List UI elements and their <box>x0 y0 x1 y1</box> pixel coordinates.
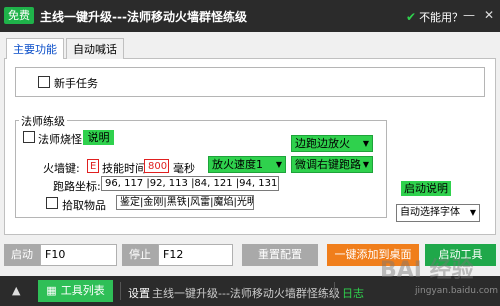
newbie-task-label: 新手任务 <box>54 77 98 90</box>
minimize-icon[interactable]: — <box>462 8 476 22</box>
ms-label: 毫秒 <box>173 162 195 175</box>
tab-auto-shout[interactable]: 自动喊话 <box>66 38 124 59</box>
mage-burn-checkbox[interactable] <box>23 131 35 143</box>
tools-list-button[interactable]: ▦ 工具列表 <box>38 280 113 302</box>
tools-list-label: 工具列表 <box>60 284 105 297</box>
pickup-items-input[interactable]: 鉴定|金刚|黑铁|风雷|魔焰|光明 <box>116 195 254 210</box>
chevron-down-icon: ▼ <box>275 160 282 169</box>
watermark-url: jingyan.baidu.com <box>415 286 499 296</box>
free-badge: 免费 <box>4 7 34 24</box>
mage-group-title: 法师练级 <box>19 113 67 129</box>
reset-config-button[interactable]: 重置配置 <box>242 244 318 266</box>
newbie-task-checkbox[interactable] <box>38 76 50 88</box>
fire-speed-value: 放火速度1 <box>212 158 263 171</box>
firewall-key-input[interactable]: E <box>87 159 99 173</box>
tab-bar: 主要功能 自动喊话 <box>4 37 496 60</box>
settings-link[interactable]: 设置 <box>128 285 150 301</box>
chevron-down-icon: ▼ <box>362 160 369 169</box>
tab-main-functions[interactable]: 主要功能 <box>6 38 64 60</box>
route-input[interactable]: 96, 117 |92, 113 |84, 121 |94, 131 |96, … <box>101 176 279 191</box>
move-fire-value: 边跑边放火 <box>295 137 350 150</box>
auto-explain-button[interactable]: 启动说明 <box>401 181 451 196</box>
stop-button[interactable]: 停止 <box>122 244 158 266</box>
move-fire-select[interactable]: 边跑边放火 ▼ <box>291 135 373 152</box>
watermark-logo: BAI 经验 <box>380 258 474 283</box>
check-icon: ✔ <box>406 10 417 24</box>
start-button[interactable]: 启动 <box>4 244 40 266</box>
skill-time-label: 技能时间 <box>102 162 146 175</box>
right-click-value: 微调右键跑路 <box>295 158 361 171</box>
right-click-select[interactable]: 微调右键跑路 ▼ <box>291 156 373 173</box>
main-panel: 新手任务 法师练级 法师烧怪 说明 边跑边放火 ▼ 火墙键: E 技能时间 80… <box>4 59 496 235</box>
start-hotkey-input[interactable]: F10 <box>40 244 117 266</box>
font-select-value: 自动选择字体 <box>400 207 460 218</box>
window-title: 主线一键升级---法师移动火墙群怪练级 <box>40 10 247 24</box>
unavailable-link[interactable]: ✔ 不能用？ <box>406 9 463 25</box>
title-bar: 免费 主线一键升级---法师移动火墙群怪练级 ✔ 不能用？ — ✕ <box>0 0 500 32</box>
chevron-down-icon: ▼ <box>362 139 369 148</box>
footer-divider <box>120 282 121 300</box>
unavailable-label: 不能用？ <box>419 11 464 24</box>
close-icon[interactable]: ✕ <box>482 8 496 22</box>
footer-divider <box>334 282 335 300</box>
chevron-down-icon: ▼ <box>469 208 476 217</box>
pickup-checkbox[interactable] <box>46 197 58 209</box>
log-link[interactable]: 日志 <box>342 285 364 301</box>
font-select[interactable]: 自动选择字体 ▼ <box>396 204 480 222</box>
skill-time-input[interactable]: 800 <box>144 159 169 173</box>
route-label: 跑路坐标: <box>53 180 101 193</box>
pickup-label: 拾取物品 <box>62 199 106 212</box>
fire-speed-select[interactable]: 放火速度1 ▼ <box>208 156 286 173</box>
expand-up-icon[interactable]: ▲ <box>12 284 20 297</box>
stop-hotkey-input[interactable]: F12 <box>158 244 233 266</box>
firewall-key-label: 火墙键: <box>43 162 80 175</box>
footer-title: 主线一键升级---法师移动火墙群怪练级 <box>152 287 340 300</box>
explain-button[interactable]: 说明 <box>83 130 114 145</box>
grid-icon: ▦ <box>46 284 57 297</box>
mage-burn-label: 法师烧怪 <box>38 133 82 146</box>
